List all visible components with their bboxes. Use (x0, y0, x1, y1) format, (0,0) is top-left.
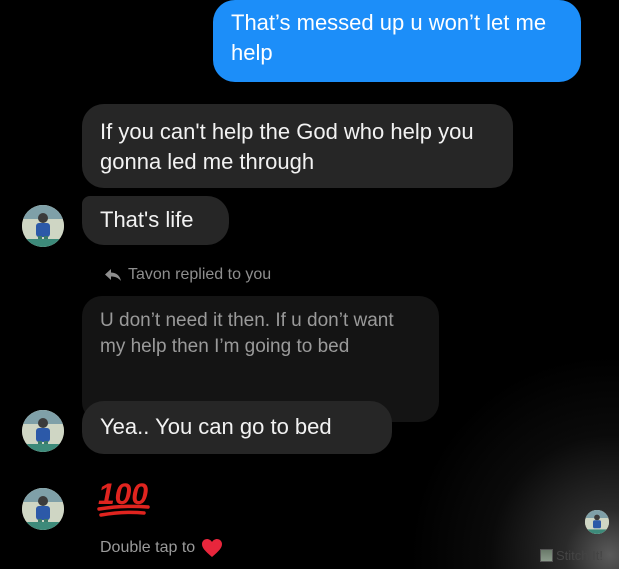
incoming-message-text: If you can't help the God who help you g… (100, 119, 474, 174)
incoming-message-bubble[interactable]: If you can't help the God who help you g… (82, 104, 513, 188)
avatar[interactable] (22, 205, 64, 247)
heart-icon[interactable] (201, 538, 223, 558)
avatar-image (22, 488, 64, 530)
reply-indicator: Tavon replied to you (104, 266, 271, 284)
double-tap-hint: Double tap to (100, 538, 223, 558)
watermark-logo-icon (540, 549, 553, 562)
incoming-message-text: Yea.. You can go to bed (100, 414, 332, 439)
avatar-image (585, 510, 609, 534)
reply-label-text: Tavon replied to you (128, 266, 272, 283)
watermark: Stitch It! (540, 548, 603, 563)
outgoing-message-bubble[interactable]: That’s messed up u won’t let me help (213, 0, 581, 82)
watermark-text: Stitch It! (556, 548, 603, 563)
chat-screen: That’s messed up u won’t let me help If … (0, 0, 619, 569)
hundred-points-emoji-icon[interactable]: 100 (96, 474, 152, 520)
outgoing-message-text: That’s messed up u won’t let me help (231, 10, 547, 65)
avatar-image (22, 205, 64, 247)
incoming-message-bubble[interactable]: That's life (82, 196, 229, 245)
double-tap-label: Double tap to (100, 539, 196, 556)
avatar[interactable] (22, 488, 64, 530)
incoming-message-text: That's life (100, 207, 194, 232)
reply-arrow-icon (105, 269, 121, 281)
seen-avatar (585, 510, 609, 534)
incoming-message-bubble[interactable]: Yea.. You can go to bed (82, 401, 392, 454)
quoted-message-text: U don’t need it then. If u don’t want my… (100, 310, 394, 357)
avatar-image (22, 410, 64, 452)
avatar[interactable] (22, 410, 64, 452)
